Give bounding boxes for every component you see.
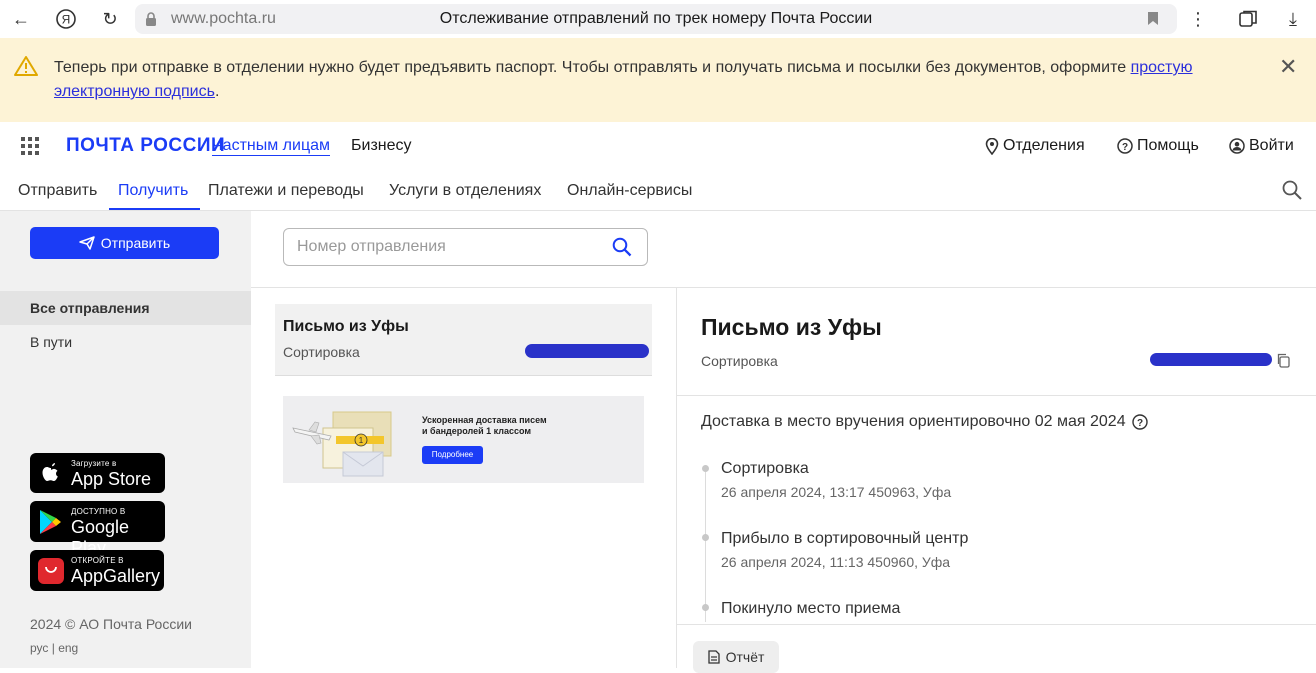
app-gallery-small: ОТКРОЙТЕ В [71,556,124,565]
nav-payments[interactable]: Платежи и переводы [208,182,364,200]
event-title: Сортировка [721,460,809,477]
huawei-icon [38,558,64,584]
redacted-tracking-number-detail [1150,353,1272,366]
copyright: 2024 © АО Почта России [30,616,192,632]
site-logo[interactable]: ПОЧТА РОССИИ [66,135,225,157]
timeline-dot [702,465,709,472]
promo-banner[interactable]: 1 Ускоренная доставка писем и бандеролей… [283,396,644,483]
warning-icon [14,55,38,82]
more-icon[interactable]: ⋮ [1185,6,1211,32]
close-icon[interactable]: ✕ [1279,54,1297,80]
search-submit-icon[interactable] [612,237,632,262]
app-gallery-badge[interactable]: ОТКРОЙТЕ В AppGallery [30,550,164,591]
login-link[interactable]: Войти [1229,137,1294,155]
eta-row: Доставка в место вручения ориентировочно… [701,413,1148,431]
divider-vertical [676,288,677,668]
search-icon[interactable] [1282,180,1302,205]
download-icon[interactable]: ⤓ [1280,6,1306,32]
app-gallery-big: AppGallery [71,566,161,586]
notice-tail: . [214,83,220,100]
promo-text: Ускоренная доставка писем и бандеролей 1… [422,415,547,437]
notice-text: Теперь при отправке в отделении нужно бу… [54,56,1234,104]
detail-title: Письмо из Уфы [701,314,882,340]
login-label: Войти [1249,137,1294,154]
timeline-line [705,472,706,622]
site-header: ПОЧТА РОССИИ Частным лицам Бизнесу Отдел… [0,122,1316,170]
airplane-envelope-icon: 1 [292,411,392,477]
help-icon[interactable]: ? [1131,414,1148,430]
sidebar-item-all[interactable]: Все отправления [0,291,251,325]
tracking-search [283,228,648,266]
redacted-tracking-number [525,344,649,358]
help-label: Помощь [1137,137,1199,154]
google-play-icon [40,510,61,534]
notice-body: Теперь при отправке в отделении нужно бу… [54,59,1131,76]
event-subtitle: 26 апреля 2024, 13:17 450963, Уфа [721,484,952,500]
segment-business[interactable]: Бизнесу [351,137,412,155]
event-title: Прибыло в сортировочный центр [721,530,969,547]
detail-status: Сортировка [701,353,778,369]
nav-office-services[interactable]: Услуги в отделениях [389,182,541,200]
passport-notice: Теперь при отправке в отделении нужно бу… [0,38,1316,122]
language-switch[interactable]: рус | eng [30,641,78,655]
yandex-icon[interactable]: Я [53,6,79,32]
google-play-small: ДОСТУПНО В [71,507,126,516]
nav-receive[interactable]: Получить [118,182,188,200]
event-title: Покинуло место приема [721,600,901,617]
sidebar: Отправить Все отправления В пути Загрузи… [0,211,251,668]
collections-icon[interactable] [1235,6,1261,32]
segment-private[interactable]: Частным лицам [212,137,331,156]
report-button[interactable]: Отчёт [693,641,779,673]
promo-text-line1: Ускоренная доставка писем [422,415,547,425]
apple-icon [42,463,58,481]
sidebar-item-in-transit[interactable]: В пути [0,325,251,359]
app-store-badge[interactable]: Загрузите в App Store [30,453,165,493]
back-icon[interactable]: ← [8,6,34,32]
paper-plane-icon [79,236,95,250]
offices-link[interactable]: Отделения [985,137,1085,155]
app-store-big: App Store [71,469,152,489]
user-icon [1229,138,1245,154]
google-play-badge[interactable]: ДОСТУПНО В Google Play [30,501,165,558]
shipment-card-title: Письмо из Уфы [283,318,409,335]
copy-icon[interactable] [1276,353,1290,373]
promo-text-line2: и бандеролей 1 классом [422,426,532,436]
timeline-dot [702,604,709,611]
address-bar[interactable]: www.pochta.ru Отслеживание отправлений п… [135,4,1177,34]
apps-grid-icon[interactable] [21,137,39,160]
promo-more-button[interactable]: Подробнее [422,446,483,464]
nav-online-services[interactable]: Онлайн-сервисы [567,182,692,200]
location-pin-icon [985,137,999,155]
event-subtitle: 26 апреля 2024, 11:13 450960, Уфа [721,554,951,570]
detail-divider [677,395,1316,396]
document-icon [707,650,720,664]
browser-bar: ← Я ↻ www.pochta.ru Отслеживание отправл… [0,0,1316,38]
reload-icon[interactable]: ↻ [97,6,123,32]
nav-active-underline [109,208,200,210]
tracking-number-input[interactable] [284,229,604,264]
help-icon: ? [1117,138,1133,154]
nav-send[interactable]: Отправить [18,182,97,200]
eta-text: Доставка в место вручения ориентировочно… [701,413,1126,430]
svg-text:1: 1 [359,436,364,445]
send-button[interactable]: Отправить [30,227,219,259]
app-store-small: Загрузите в [71,459,117,468]
detail-footer: Отчёт [677,624,1316,673]
send-button-label: Отправить [100,235,171,251]
bookmark-icon[interactable] [1147,11,1159,31]
main-nav: Отправить Получить Платежи и переводы Ус… [0,170,1316,211]
timeline-dot [702,534,709,541]
help-link[interactable]: ? Помощь [1117,137,1199,155]
svg-text:?: ? [1122,142,1128,153]
report-label: Отчёт [725,649,765,665]
offices-label: Отделения [1003,137,1085,154]
shipment-card-status: Сортировка [283,344,360,360]
page-title: Отслеживание отправлений по трек номеру … [439,10,873,27]
svg-text:Я: Я [62,13,71,27]
svg-text:?: ? [1137,418,1143,429]
divider-horizontal [251,287,1316,288]
shipment-card[interactable]: Письмо из Уфы Сортировка [275,304,652,376]
